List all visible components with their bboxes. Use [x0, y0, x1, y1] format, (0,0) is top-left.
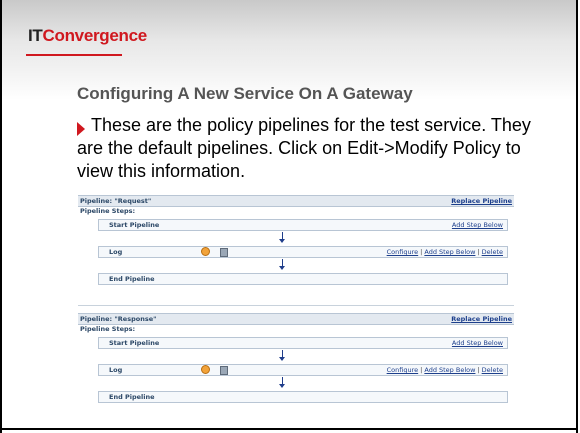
- delete-link[interactable]: Delete: [482, 248, 503, 256]
- flow-down-arrow-icon: [279, 259, 285, 270]
- pipeline-name: Pipeline: "Request": [80, 197, 152, 205]
- logo-convergence: Convergence: [42, 26, 148, 45]
- configure-link[interactable]: Configure: [387, 248, 419, 256]
- replace-pipeline-link[interactable]: Replace Pipeline: [451, 315, 512, 323]
- add-step-below-link[interactable]: Add Step Below: [452, 339, 503, 347]
- configure-link[interactable]: Configure: [387, 366, 419, 374]
- panel-divider: [78, 305, 514, 306]
- log-step-label: Log: [109, 366, 123, 374]
- log-step-row: Log Configure | Add Step Below | Delete: [98, 246, 508, 258]
- slide-title: Configuring A New Service On A Gateway: [77, 84, 413, 103]
- response-pipeline-panel: Pipeline: "Response" Replace Pipeline Pi…: [78, 313, 514, 411]
- pipeline-header: Pipeline: "Response" Replace Pipeline: [78, 313, 514, 325]
- flow-down-arrow-icon: [279, 232, 285, 243]
- request-pipeline-panel: Pipeline: "Request" Replace Pipeline Pip…: [78, 195, 514, 293]
- start-pipeline-row: Start Pipeline Add Step Below: [98, 337, 508, 349]
- start-pipeline-label: Start Pipeline: [109, 339, 160, 347]
- end-pipeline-row: End Pipeline: [98, 273, 508, 285]
- pipeline-steps-label: Pipeline Steps:: [80, 325, 136, 333]
- add-step-below-link[interactable]: Add Step Below: [424, 366, 475, 374]
- pipeline-header: Pipeline: "Request" Replace Pipeline: [78, 195, 514, 207]
- log-doc-icon[interactable]: [220, 248, 228, 257]
- bullet-text: These are the policy pipelines for the t…: [77, 115, 531, 181]
- delete-link[interactable]: Delete: [482, 366, 503, 374]
- slide-border-bottom: [0, 428, 578, 430]
- log-step-row: Log Configure | Add Step Below | Delete: [98, 364, 508, 376]
- start-links: Add Step Below: [452, 339, 503, 347]
- company-logo: ITConvergence: [28, 26, 147, 46]
- log-circle-icon[interactable]: [201, 247, 210, 256]
- log-circle-icon[interactable]: [201, 365, 210, 374]
- end-pipeline-label: End Pipeline: [109, 393, 155, 401]
- log-links: Configure | Add Step Below | Delete: [387, 248, 503, 256]
- add-step-below-link[interactable]: Add Step Below: [424, 248, 475, 256]
- pipeline-steps-label: Pipeline Steps:: [80, 207, 136, 215]
- flow-down-arrow-icon: [279, 377, 285, 388]
- slide-border-right: [576, 0, 578, 433]
- log-doc-icon[interactable]: [220, 366, 228, 375]
- start-pipeline-label: Start Pipeline: [109, 221, 160, 229]
- start-links: Add Step Below: [452, 221, 503, 229]
- pipeline-name: Pipeline: "Response": [80, 315, 157, 323]
- replace-pipeline-link[interactable]: Replace Pipeline: [451, 197, 512, 205]
- logo-it: IT: [28, 26, 43, 45]
- flow-down-arrow-icon: [279, 350, 285, 361]
- logo-underline: [26, 54, 122, 56]
- start-pipeline-row: Start Pipeline Add Step Below: [98, 219, 508, 231]
- end-pipeline-row: End Pipeline: [98, 391, 508, 403]
- log-step-label: Log: [109, 248, 123, 256]
- add-step-below-link[interactable]: Add Step Below: [452, 221, 503, 229]
- log-links: Configure | Add Step Below | Delete: [387, 366, 503, 374]
- end-pipeline-label: End Pipeline: [109, 275, 155, 283]
